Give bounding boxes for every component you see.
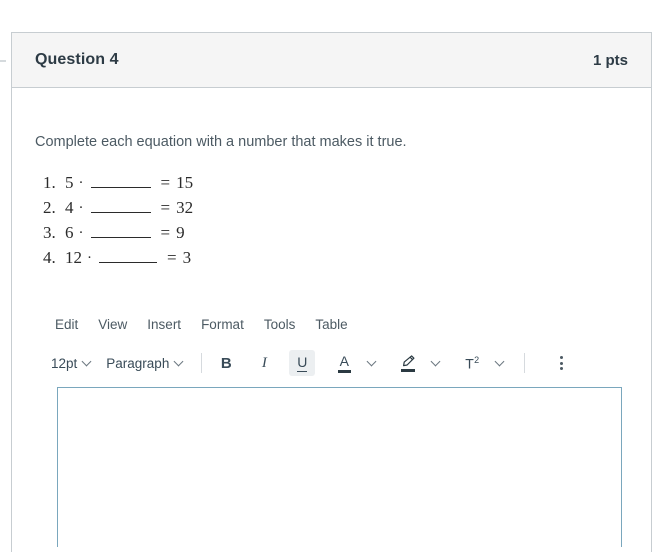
equation-blank (99, 250, 157, 264)
chevron-down-icon (496, 358, 505, 367)
highlight-color-button[interactable] (395, 350, 421, 376)
equation-operator: · (78, 225, 84, 242)
rich-content-editor: Edit View Insert Format Tools Table 12pt… (35, 311, 628, 548)
equation-index: 3. (43, 223, 56, 243)
bold-button[interactable]: B (213, 350, 239, 376)
highlight-color-swatch (401, 368, 416, 372)
italic-icon: I (261, 354, 267, 371)
equation-blank (90, 225, 151, 239)
chevron-down-icon (368, 358, 377, 367)
equation-result: 9 (176, 223, 185, 243)
menu-item-insert[interactable]: Insert (137, 314, 191, 335)
question-prompt: Complete each equation with a number tha… (35, 134, 407, 150)
more-options-button[interactable] (548, 350, 574, 376)
answer-text-area[interactable] (57, 387, 622, 548)
font-size-select[interactable]: 12pt (45, 350, 98, 376)
toolbar-divider (201, 353, 203, 374)
equation-equals-sign: = (160, 223, 171, 243)
block-format-value: Paragraph (106, 355, 170, 371)
equation-result: 3 (182, 248, 192, 268)
text-color-icon: A (337, 352, 351, 373)
menu-item-edit[interactable]: Edit (45, 314, 88, 335)
text-color-dropdown[interactable] (359, 350, 385, 376)
kebab-menu-icon (559, 356, 563, 371)
bold-icon: B (220, 354, 232, 372)
highlighter-icon (401, 354, 416, 372)
equation-index: 1. (43, 173, 56, 193)
equation-blank (90, 175, 151, 189)
question-body: Complete each equation with a number tha… (12, 132, 651, 548)
menu-item-tools[interactable]: Tools (254, 314, 306, 335)
chevron-down-icon (432, 358, 441, 367)
equation-list: 1. 5 · = 15 2. 4 · = 32 3. 6 · = 9 4. 12… (43, 173, 628, 273)
equation-left-operand: 4 (65, 198, 74, 218)
equation-equals-sign: = (167, 248, 177, 268)
superscript-button[interactable]: T2 (459, 350, 485, 376)
text-color-button[interactable]: A (331, 350, 357, 376)
menu-item-format[interactable]: Format (191, 314, 254, 335)
font-size-value: 12pt (51, 355, 78, 371)
equation-row: 1. 5 · = 15 (43, 173, 628, 198)
equation-blank (90, 200, 151, 214)
equation-equals-sign: = (160, 173, 171, 193)
page-title: Question 4 (35, 51, 119, 68)
question-points: 1 pts (592, 51, 628, 69)
text-color-swatch (337, 369, 351, 373)
superscript-base: T (465, 355, 475, 372)
equation-row: 3. 6 · = 9 (43, 223, 628, 248)
question-header: Question 4 1 pts (12, 33, 651, 88)
editor-toolbar: 12pt Paragraph B I U A T2 (35, 345, 628, 381)
underline-button[interactable]: U (289, 350, 316, 377)
equation-result: 32 (176, 198, 194, 218)
text-color-letter: A (339, 352, 349, 369)
superscript-icon: T2 (465, 355, 479, 372)
equation-index: 2. (43, 198, 56, 218)
left-edge-marker (0, 60, 6, 62)
editor-menu-bar: Edit View Insert Format Tools Table (35, 311, 628, 337)
superscript-exponent: 2 (474, 354, 480, 365)
equation-left-operand: 5 (65, 173, 74, 193)
toolbar-divider (524, 353, 526, 374)
equation-operator: · (78, 200, 84, 217)
equation-row: 4. 12 · = 3 (43, 248, 628, 273)
block-format-select[interactable]: Paragraph (100, 350, 190, 376)
chevron-down-icon (83, 358, 92, 367)
equation-operator: · (87, 250, 92, 267)
menu-item-table[interactable]: Table (305, 314, 357, 335)
highlight-color-dropdown[interactable] (423, 350, 449, 376)
italic-button[interactable]: I (251, 350, 277, 376)
equation-equals-sign: = (160, 198, 171, 218)
equation-left-operand: 6 (65, 223, 74, 243)
superscript-dropdown[interactable] (487, 350, 513, 376)
menu-item-view[interactable]: View (88, 314, 137, 335)
equation-row: 2. 4 · = 32 (43, 198, 628, 223)
question-card: Question 4 1 pts Complete each equation … (11, 32, 652, 552)
equation-result: 15 (176, 173, 194, 193)
underline-icon: U (297, 353, 308, 372)
equation-index: 4. (43, 248, 56, 268)
equation-operator: · (78, 175, 84, 192)
equation-left-operand: 12 (65, 248, 82, 268)
chevron-down-icon (175, 358, 184, 367)
